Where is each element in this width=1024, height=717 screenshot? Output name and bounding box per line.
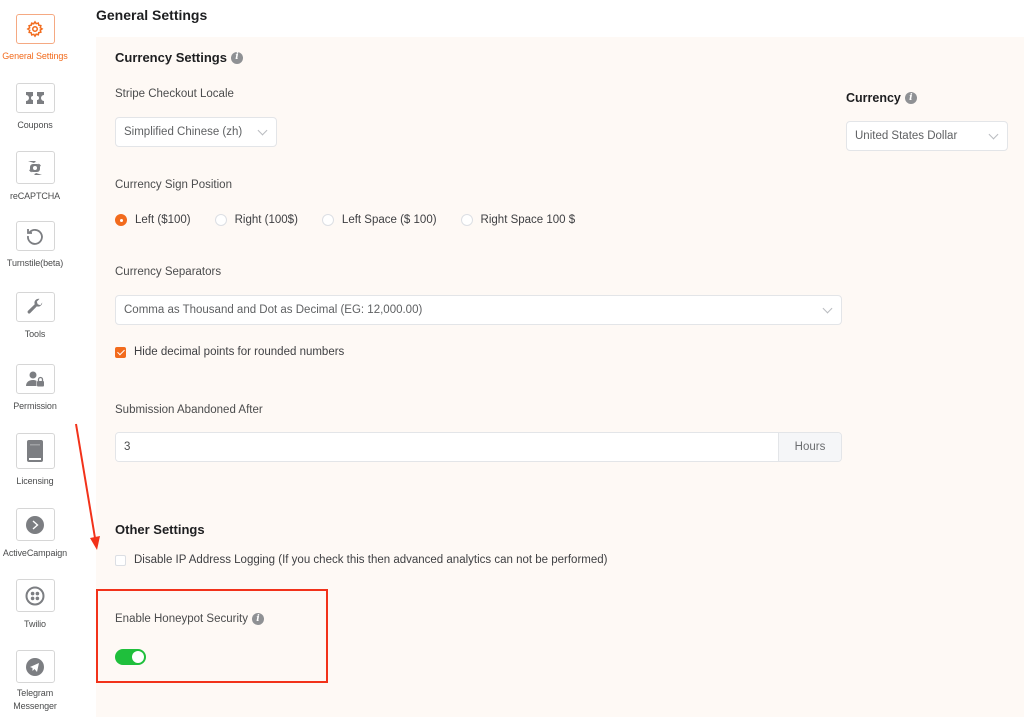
sidebar-item-label: Twilio: [24, 619, 46, 629]
radio-button[interactable]: [460, 214, 473, 226]
chevron-down-icon: [988, 129, 999, 139]
currency-heading: Currency i: [846, 91, 917, 105]
submission-abandoned-input-group: Hours: [115, 432, 842, 462]
other-settings-heading: Other Settings: [115, 522, 205, 537]
sidebar-item-label: Telegram Messenger: [13, 688, 57, 711]
currency-sign-position-radio-group: Left ($100) Right (100$) Left Space ($ 1…: [115, 214, 599, 226]
sidebar-item-label: Tools: [24, 329, 46, 339]
annotation-highlight-box: [96, 589, 328, 683]
submission-abandoned-label: Submission Abandoned After: [115, 404, 263, 416]
chevron-down-icon: [822, 303, 833, 313]
submission-abandoned-input[interactable]: [116, 433, 778, 461]
sidebar-item-label: Coupons: [17, 120, 53, 130]
sidebar-item-coupons[interactable]: Coupons: [0, 83, 70, 132]
stripe-locale-select[interactable]: Simplified Chinese (zh): [115, 117, 277, 147]
wrench-icon: [27, 298, 43, 314]
gear-icon: [26, 20, 44, 38]
sidebar-item-recaptcha[interactable]: reCAPTCHA: [0, 151, 70, 203]
info-icon[interactable]: i: [230, 51, 243, 64]
sidebar-item-permission[interactable]: Permission: [0, 364, 70, 413]
chevron-down-icon: [257, 125, 268, 135]
page-title: General Settings: [96, 7, 208, 23]
disable-ip-logging-checkbox[interactable]: [115, 554, 126, 566]
sidebar-item-label: ActiveCampaign: [2, 548, 68, 558]
sidebar-item-label: reCAPTCHA: [9, 191, 61, 201]
sidebar-item-tools[interactable]: Tools: [0, 292, 70, 341]
info-icon[interactable]: i: [904, 92, 917, 104]
radio-left[interactable]: Left ($100): [115, 214, 191, 226]
activecampaign-icon: [26, 515, 44, 534]
sidebar-item-label: Permission: [13, 401, 57, 411]
radio-button[interactable]: [321, 214, 334, 226]
currency-settings-heading: Currency Settings i: [115, 50, 243, 65]
sidebar-item-twilio[interactable]: Twilio: [0, 579, 70, 631]
radio-right[interactable]: Right (100$): [214, 214, 298, 226]
sidebar-item-label: General Settings: [2, 51, 68, 61]
currency-separators-label: Currency Separators: [115, 266, 222, 278]
radio-left-space[interactable]: Left Space ($ 100): [321, 214, 437, 226]
hours-suffix: Hours: [778, 433, 841, 461]
turnstile-icon: [27, 229, 43, 245]
currency-separators-select[interactable]: Comma as Thousand and Dot as Decimal (EG…: [115, 295, 842, 325]
radio-button[interactable]: [115, 214, 127, 226]
telegram-icon: [26, 657, 44, 676]
sidebar-item-general-settings[interactable]: General Settings: [0, 14, 70, 63]
settings-sidebar: General Settings Coupons reCAPTCHA Turns…: [0, 0, 76, 717]
currency-sign-position-label: Currency Sign Position: [115, 179, 232, 191]
twilio-icon: [25, 586, 45, 605]
sidebar-item-activecampaign[interactable]: ActiveCampaign: [0, 508, 70, 560]
radio-button[interactable]: [214, 214, 227, 226]
hide-decimal-checkbox-row[interactable]: Hide decimal points for rounded numbers: [115, 346, 344, 358]
recaptcha-icon: [28, 160, 42, 175]
sidebar-item-turnstile[interactable]: Turnstile(beta): [0, 221, 70, 270]
radio-right-space[interactable]: Right Space 100 $: [460, 214, 575, 226]
book-icon: [27, 440, 43, 462]
disable-ip-logging-checkbox-row[interactable]: Disable IP Address Logging (If you check…: [115, 554, 607, 566]
sidebar-item-licensing[interactable]: Licensing: [0, 433, 70, 488]
coupon-icon: [26, 92, 44, 104]
currency-select[interactable]: United States Dollar: [846, 121, 1008, 151]
sidebar-item-telegram[interactable]: Telegram Messenger: [0, 650, 70, 713]
stripe-locale-label: Stripe Checkout Locale: [115, 88, 234, 100]
sidebar-item-label: Turnstile(beta): [6, 258, 64, 268]
sidebar-item-label: Licensing: [16, 476, 54, 486]
hide-decimal-checkbox[interactable]: [115, 346, 126, 358]
user-lock-icon: [26, 371, 44, 387]
annotation-arrow-line: [75, 423, 96, 539]
